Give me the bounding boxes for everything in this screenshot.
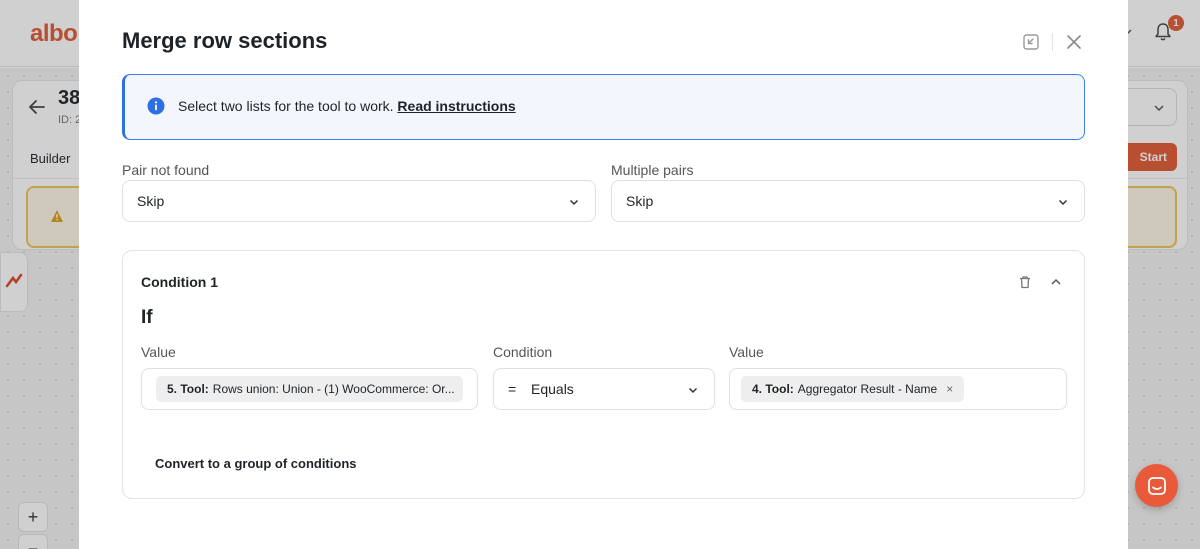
pair-not-found-label: Pair not found [122, 162, 210, 178]
chip-text: Rows union: Union - (1) WooCommerce: Or.… [212, 382, 455, 396]
trash-icon[interactable] [1018, 275, 1032, 289]
right-value-field[interactable]: 4. Tool: Aggregator Result - Name × [729, 368, 1067, 410]
right-value-label: Value [729, 344, 764, 360]
header-separator [1052, 33, 1053, 51]
chevron-down-icon [569, 199, 579, 206]
info-icon [147, 97, 165, 115]
chip-source: 5. Tool: [167, 382, 209, 396]
if-label: If [141, 307, 153, 328]
chevron-down-icon [688, 387, 698, 394]
chip-source: 4. Tool: [752, 382, 794, 396]
remove-chip-icon[interactable]: × [946, 382, 953, 396]
left-value-field[interactable]: 5. Tool: Rows union: Union - (1) WooComm… [141, 368, 478, 410]
condition-operator-select[interactable]: = Equals [493, 368, 715, 410]
info-message: Select two lists for the tool to work. [178, 98, 398, 114]
pair-not-found-value: Skip [137, 193, 165, 209]
left-value-label: Value [141, 344, 176, 360]
pair-not-found-select[interactable]: Skip [122, 180, 596, 222]
condition-title: Condition 1 [141, 274, 218, 290]
condition-operator-label: Condition [493, 344, 553, 360]
condition-operator-value: Equals [531, 381, 574, 397]
multiple-pairs-select[interactable]: Skip [611, 180, 1085, 222]
merge-row-sections-modal: Merge row sections Select two lists for … [79, 0, 1128, 549]
multiple-pairs-label: Multiple pairs [611, 162, 694, 178]
minimize-icon[interactable] [1022, 33, 1040, 51]
chat-launcher-button[interactable] [1135, 464, 1178, 507]
chevron-up-icon[interactable] [1049, 275, 1063, 289]
chevron-down-icon [1058, 199, 1068, 206]
info-text: Select two lists for the tool to work. R… [178, 98, 516, 114]
chip-text: Aggregator Result - Name [797, 382, 938, 396]
convert-to-group-link[interactable]: Convert to a group of conditions [155, 456, 357, 471]
info-banner: Select two lists for the tool to work. R… [122, 74, 1085, 140]
right-value-chip[interactable]: 4. Tool: Aggregator Result - Name × [741, 376, 965, 402]
left-value-chip[interactable]: 5. Tool: Rows union: Union - (1) WooComm… [156, 376, 463, 402]
read-instructions-link[interactable]: Read instructions [397, 98, 515, 114]
equals-symbol: = [508, 381, 517, 397]
modal-title: Merge row sections [122, 28, 328, 53]
chat-icon [1147, 476, 1166, 495]
condition-card: Condition 1 If Value 5. Tool: Rows union… [122, 250, 1085, 499]
multiple-pairs-value: Skip [626, 193, 654, 209]
close-icon[interactable] [1065, 33, 1083, 51]
